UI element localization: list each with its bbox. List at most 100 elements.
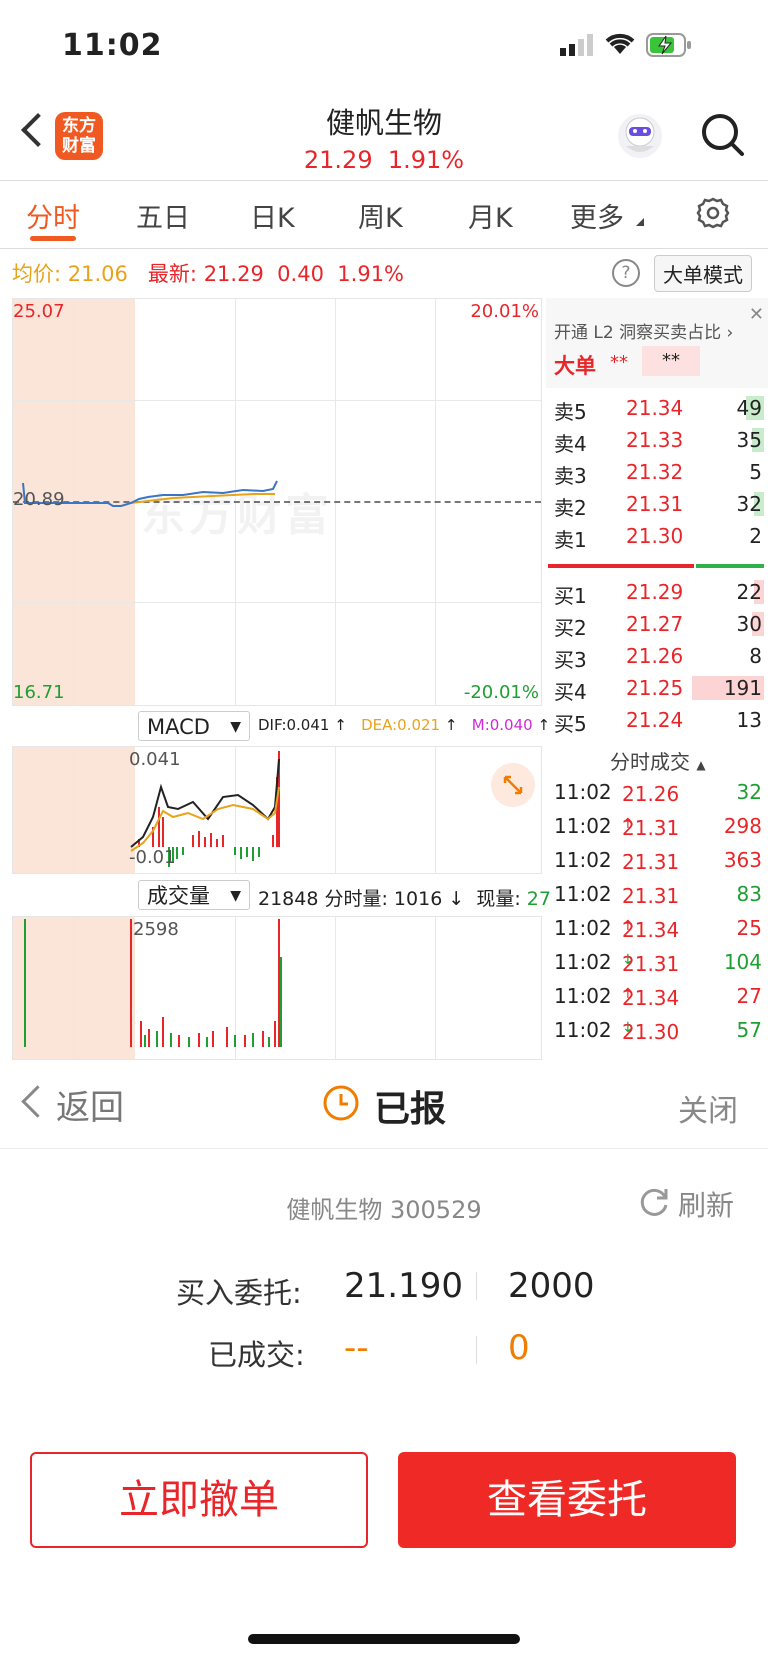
bid-volume: 13	[736, 708, 762, 732]
intraday-price-chart[interactable]: 东方财富 25.07 20.01% 20.89 16.71 -20.01%	[12, 298, 542, 706]
ask-row: 卖4 21.33 35	[554, 424, 764, 456]
macd-m: M:0.040	[471, 716, 533, 734]
pct-top-label: 20.01%	[470, 301, 539, 322]
ask-price: 21.32	[626, 460, 684, 484]
tab-week-k[interactable]: 周K	[358, 196, 403, 235]
trade-row: 11:02 21.31 ↑ 298	[554, 814, 762, 840]
trades-header[interactable]: 分时成交 ▲	[610, 746, 706, 775]
bid-price: 21.25	[626, 676, 684, 700]
back-label: 返回	[56, 1088, 124, 1128]
big-order-label: 大单	[554, 354, 596, 378]
bid-volume: 22	[736, 580, 762, 604]
price-info-line: 均价: 21.06 最新: 21.29 0.40 1.91%	[12, 258, 404, 288]
bid-row: 买4 21.25 191	[554, 672, 764, 704]
trade-time: 11:02	[554, 916, 612, 940]
macd-selector[interactable]: MACD ▼	[138, 711, 250, 741]
view-orders-button[interactable]: 查看委托	[398, 1452, 736, 1548]
ask-row: 卖3 21.32 5	[554, 456, 764, 488]
status-time: 11:02	[62, 28, 163, 63]
tab-intraday[interactable]: 分时	[26, 196, 80, 235]
bid-row: 买5 21.24 13	[554, 704, 764, 736]
ask-price: 21.34	[626, 396, 684, 420]
tab-five-day[interactable]: 五日	[136, 196, 190, 235]
price-mid-label: 20.89	[13, 489, 65, 510]
trade-row: 11:02 21.34 ↑ 25	[554, 916, 762, 942]
trade-time: 11:02	[554, 882, 612, 906]
l2-promo-panel[interactable]: 开通 L2 洞察买卖占比 › ✕ 大单 ** **	[546, 298, 768, 388]
help-icon[interactable]: ?	[612, 259, 640, 287]
macd-values: DIF:0.041 ↑ DEA:0.021 ↑ M:0.040 ↑	[258, 716, 551, 734]
latest-label: 最新:	[147, 262, 197, 286]
trade-row: 11:02 21.31 83	[554, 882, 762, 908]
latest-value: 21.29	[203, 262, 264, 286]
bid-label: 买4	[554, 680, 587, 704]
battery-icon	[646, 32, 692, 62]
price-top-label: 25.07	[13, 301, 65, 322]
bid-price: 21.26	[626, 644, 684, 668]
volume-summary: 21848 分时量: 1016	[258, 888, 443, 910]
ask-label: 卖4	[554, 432, 587, 456]
trade-time: 11:02	[554, 780, 612, 804]
dropdown-triangle-icon: ▼	[230, 888, 241, 904]
close-icon[interactable]: ✕	[749, 304, 764, 325]
buy-sell-ratio-bar	[548, 564, 764, 568]
trade-time: 11:02	[554, 814, 612, 838]
trade-time: 11:02	[554, 848, 612, 872]
ask-volume: 32	[736, 492, 762, 516]
ask-label: 卖5	[554, 400, 587, 424]
current-volume-label: 现量:	[476, 888, 521, 910]
tab-month-k[interactable]: 月K	[468, 196, 513, 235]
macd-top-value: 0.041	[129, 749, 181, 770]
tab-day-k[interactable]: 日K	[250, 196, 295, 235]
change-pct: 1.91%	[337, 262, 405, 286]
signal-icon	[560, 34, 594, 56]
trade-volume: 57	[736, 1018, 762, 1042]
macd-dea: DEA:0.021	[361, 716, 441, 734]
back-chevron-icon	[21, 1085, 54, 1118]
settings-gear-icon[interactable]	[696, 196, 730, 234]
trade-row: 11:02 21.34 ↑ 27	[554, 984, 762, 1010]
big-order-mode-button[interactable]: 大单模式	[654, 255, 752, 292]
trade-time: 11:02	[554, 950, 612, 974]
robot-avatar-icon[interactable]	[616, 112, 664, 160]
macd-chart[interactable]: 0.041 -0.01	[12, 746, 542, 874]
search-icon[interactable]	[700, 112, 746, 162]
wifi-icon	[604, 32, 636, 60]
ask-price: 21.33	[626, 428, 684, 452]
volume-chart[interactable]: 2598	[12, 916, 542, 1060]
header-change-pct: 1.91%	[387, 146, 465, 174]
home-indicator[interactable]	[248, 1634, 520, 1644]
macd-histogram	[130, 751, 280, 867]
ask-volume: 5	[749, 460, 762, 484]
volume-top-value: 2598	[133, 919, 179, 940]
ask-volume: 2	[749, 524, 762, 548]
macd-bottom-value: -0.01	[129, 847, 176, 868]
bid-row: 买2 21.27 30	[554, 608, 764, 640]
bid-volume: 30	[736, 612, 762, 636]
tab-more[interactable]: 更多	[570, 196, 624, 235]
trade-volume: 104	[723, 950, 762, 974]
bid-volume: 8	[749, 644, 762, 668]
tab-active-underline	[30, 236, 76, 241]
volume-selector[interactable]: 成交量 ▼	[138, 880, 250, 910]
bid-row: 买3 21.26 8	[554, 640, 764, 672]
cancel-order-button[interactable]: 立即撤单	[30, 1452, 368, 1548]
caret-icon	[636, 218, 644, 226]
trade-time: 11:02	[554, 1018, 612, 1042]
buy-order-price: 21.190	[344, 1266, 463, 1306]
ask-volume: 35	[736, 428, 762, 452]
trade-volume: 32	[736, 780, 762, 804]
price-line	[22, 480, 278, 507]
macd-dif: DIF:0.041	[258, 716, 330, 734]
refresh-label: 刷新	[678, 1189, 735, 1222]
volume-selector-label: 成交量	[147, 884, 210, 908]
expand-icon[interactable]	[491, 763, 535, 807]
view-orders-label: 查看委托	[487, 1477, 647, 1523]
ask-price: 21.30	[626, 524, 684, 548]
trade-row: 11:02 21.26 32	[554, 780, 762, 806]
ask-label: 卖2	[554, 496, 587, 520]
tabs-divider	[0, 248, 768, 249]
order-status-sheet: 返回 已报 关闭 健帆生物 300529 刷新 买入委托: 21.190 200…	[0, 1060, 768, 1663]
ask-label: 卖1	[554, 528, 587, 552]
close-button[interactable]: 关闭	[678, 1086, 738, 1130]
